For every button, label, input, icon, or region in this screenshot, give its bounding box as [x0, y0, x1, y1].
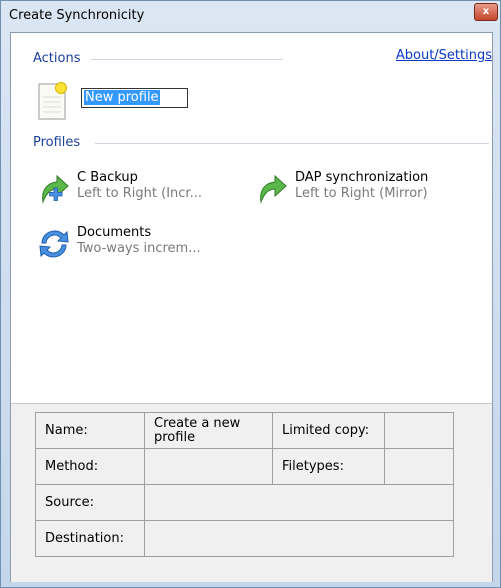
- profile-name: C Backup: [77, 170, 138, 185]
- filetypes-label: Filetypes:: [272, 448, 385, 485]
- source-label: Source:: [35, 484, 145, 521]
- profile-item-documents[interactable]: Documents Two-ways increm...: [37, 225, 237, 261]
- profile-description: Two-ways increm...: [77, 241, 201, 256]
- arrow-add-icon: [42, 174, 69, 204]
- profile-description: Left to Right (Mirror): [295, 186, 428, 201]
- new-profile-input[interactable]: New profile: [81, 88, 188, 108]
- close-button[interactable]: x: [474, 3, 498, 21]
- profile-info-panel: Name: Create a new profile Limited copy:…: [11, 403, 492, 582]
- profile-description: Left to Right (Incr...: [77, 186, 202, 201]
- window-title: Create Synchronicity: [9, 8, 145, 23]
- title-bar[interactable]: Create Synchronicity x: [1, 1, 500, 31]
- main-content: Actions About/Settings New profile Profi…: [10, 32, 493, 582]
- limited-copy-label: Limited copy:: [272, 412, 385, 449]
- table-row: Name: Create a new profile Limited copy:: [35, 412, 454, 449]
- profile-item-c-backup[interactable]: C Backup Left to Right (Incr...: [37, 170, 237, 206]
- close-icon: x: [482, 6, 490, 17]
- profile-item-dap-synchronization[interactable]: DAP synchronization Left to Right (Mirro…: [255, 170, 485, 206]
- filetypes-value: [384, 448, 454, 485]
- name-value: Create a new profile: [144, 412, 273, 449]
- table-row: Destination:: [35, 520, 454, 557]
- new-profile-icon[interactable]: [37, 81, 67, 121]
- name-label: Name:: [35, 412, 145, 449]
- method-value: [144, 448, 273, 485]
- profile-name: Documents: [77, 225, 152, 240]
- actions-group-label: Actions: [33, 51, 81, 66]
- table-row: Source:: [35, 484, 454, 521]
- destination-value: [144, 520, 454, 557]
- about-settings-link[interactable]: About/Settings: [396, 48, 492, 63]
- profile-name: DAP synchronization: [295, 170, 429, 185]
- destination-label: Destination:: [35, 520, 145, 557]
- actions-divider: [91, 59, 283, 60]
- app-window: Create Synchronicity x Actions About/Set…: [0, 0, 501, 588]
- limited-copy-value: [384, 412, 454, 449]
- new-profile-text: New profile: [84, 90, 160, 105]
- profiles-group-label: Profiles: [33, 135, 81, 150]
- profiles-divider: [95, 143, 489, 144]
- method-label: Method:: [35, 448, 145, 485]
- arrow-icon: [260, 174, 287, 204]
- two-way-sync-icon: [39, 230, 69, 258]
- profile-info-table: Name: Create a new profile Limited copy:…: [35, 412, 454, 557]
- table-row: Method: Filetypes:: [35, 448, 454, 485]
- source-value: [144, 484, 454, 521]
